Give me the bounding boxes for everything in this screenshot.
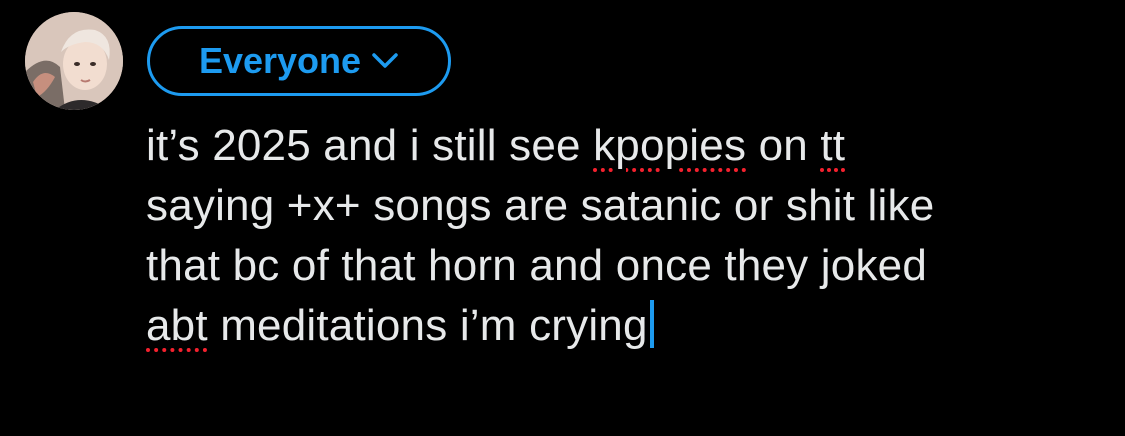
composer-line: abt meditations i’m crying: [146, 296, 1106, 356]
composer-text: meditations i’m crying: [207, 301, 648, 350]
composer-line: saying +x+ songs are satanic or shit lik…: [146, 176, 1106, 236]
audience-label: Everyone: [198, 40, 362, 81]
audience-selector-button[interactable]: Everyone: [147, 26, 451, 96]
text-cursor: [649, 300, 654, 348]
misspelled-word[interactable]: abt: [146, 301, 208, 350]
tweet-composer-textarea[interactable]: it’s 2025 and i still see kpopies on tt …: [146, 116, 1106, 356]
avatar-photo-icon: [25, 12, 123, 110]
composer-text: that bc of that horn and once they joked: [146, 241, 927, 290]
avatar[interactable]: [25, 12, 123, 110]
composer-line: that bc of that horn and once they joked: [146, 236, 1106, 296]
composer-text: it’s 2025 and i still see: [146, 121, 594, 170]
misspelled-word[interactable]: tt: [820, 121, 845, 170]
composer-text: on: [746, 121, 821, 170]
composer-line: it’s 2025 and i still see kpopies on tt: [146, 116, 1106, 176]
chevron-down-icon: [372, 53, 398, 68]
composer-text: saying +x+ songs are satanic or shit lik…: [146, 181, 935, 230]
misspelled-word[interactable]: kpopies: [593, 121, 746, 170]
